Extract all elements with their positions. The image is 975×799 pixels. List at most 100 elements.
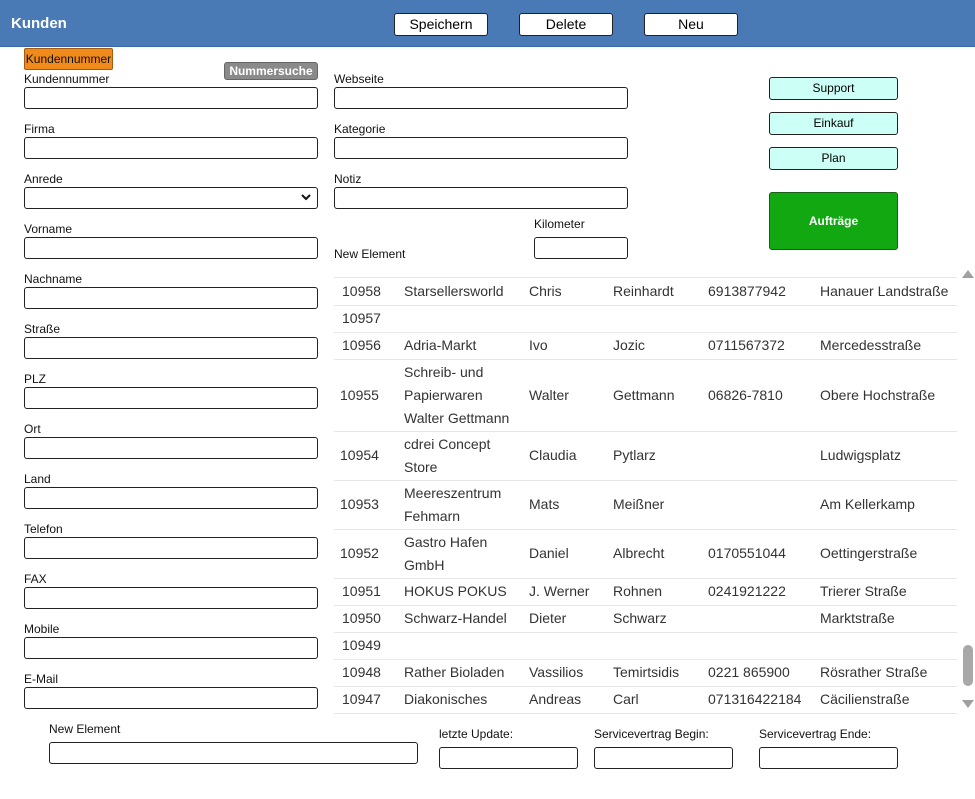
cell-telefon: 0711567372 [702,332,814,360]
cell-vorname [523,305,607,333]
mobile-input[interactable] [24,637,318,659]
cell-firma: Schwarz-Handel [398,605,523,633]
cell-firma [398,632,523,660]
cell-strasse: Cäcilienstraße [814,686,957,714]
table-row[interactable]: 10952 Gastro Hafen GmbH Daniel Albrecht 0170… [334,529,957,579]
cell-strasse: Marktstraße [814,605,957,633]
customer-table[interactable]: 10958 Starsellersworld Chris Reinhardt 69138… [334,262,957,714]
cell-id: 10956 [334,332,398,360]
cell-nachname: Jozic [607,332,702,360]
scroll-down-icon[interactable] [962,700,974,708]
table-row[interactable]: 10948 Rather Bioladen Vassilios Temirtsidis… [334,659,957,687]
cell-strasse: Rösrather Straße [814,659,957,687]
table-row[interactable]: 10950 Schwarz-Handel Dieter Schwarz Marktstr… [334,605,957,633]
service-ende-label: Servicevertrag Ende: [759,727,872,741]
table-row[interactable]: 10949 [334,632,957,660]
cell-firma: Rather Bioladen [398,659,523,687]
cell-strasse: Ludwigsplatz [814,431,957,481]
notiz-input[interactable] [334,187,628,209]
cell-telefon [702,632,814,660]
service-begin-input[interactable] [594,747,733,769]
email-input[interactable] [24,687,318,709]
service-ende-input[interactable] [759,747,898,769]
land-input[interactable] [24,487,318,509]
table-row[interactable]: 10947 Diakonisches Andreas Carl 071316422184… [334,686,957,714]
scroll-thumb[interactable] [963,645,973,686]
nachname-label: Nachname [24,272,83,286]
cell-nachname: Meißner [607,480,702,530]
cell-telefon: 0221 865900 [702,659,814,687]
telefon-input[interactable] [24,537,318,559]
cell-nachname: Carl [607,686,702,714]
cell-strasse: Oettingerstraße [814,529,957,579]
support-button[interactable]: Support [769,77,898,100]
scroll-up-icon[interactable] [962,270,974,278]
cell-vorname: Dieter [523,605,607,633]
auftraege-button[interactable]: Aufträge [769,192,898,250]
table-row[interactable]: 10956 Adria-Markt Ivo Jozic 0711567372 Merced… [334,332,957,360]
table-row-partial [334,262,957,278]
cell-telefon: 071316422184 [702,686,814,714]
strasse-input[interactable] [24,337,318,359]
cell-nachname: Albrecht [607,529,702,579]
cell-firma: cdrei Concept Store [398,431,523,481]
letzte-update-input[interactable] [439,747,578,769]
table-row[interactable]: 10955 Schreib- und Papierwaren Walter Get… [334,359,957,432]
cell-telefon [702,431,814,481]
table-row[interactable]: 10953 Meereszentrum Fehmarn Mats Meißner Am … [334,480,957,530]
cell-firma: Gastro Hafen GmbH [398,529,523,579]
vorname-input[interactable] [24,237,318,259]
delete-button[interactable]: Delete [519,13,613,36]
plan-button[interactable]: Plan [769,147,898,170]
kategorie-input[interactable] [334,137,628,159]
plz-input[interactable] [24,387,318,409]
kategorie-label: Kategorie [334,122,386,136]
telefon-label: Telefon [24,522,63,536]
cell-vorname: Ivo [523,332,607,360]
new-button[interactable]: Neu [644,13,738,36]
cell-nachname: Rohnen [607,578,702,606]
save-button[interactable]: Speichern [394,13,488,36]
cell-firma: Meereszentrum Fehmarn [398,480,523,530]
cell-telefon [702,605,814,633]
ort-input[interactable] [24,437,318,459]
cell-id: 10952 [334,529,398,579]
cell-nachname: Schwarz [607,605,702,633]
nummersuche-button[interactable]: Nummersuche [224,62,318,80]
cell-vorname: Claudia [523,431,607,481]
fax-input[interactable] [24,587,318,609]
kundennummer-input[interactable] [24,87,318,109]
fax-label: FAX [24,572,47,586]
cell-id: 10955 [334,359,398,432]
cell-vorname: Chris [523,278,607,306]
kilometer-input[interactable] [534,237,628,259]
kundennummer-button[interactable]: Kundennummer [24,48,113,70]
cell-firma: Starsellersworld [398,278,523,306]
cell-vorname: Vassilios [523,659,607,687]
anrede-select[interactable] [24,187,318,209]
nachname-input[interactable] [24,287,318,309]
cell-id: 10954 [334,431,398,481]
cell-nachname [607,305,702,333]
cell-telefon: 6913877942 [702,278,814,306]
cell-nachname: Temirtsidis [607,659,702,687]
webseite-input[interactable] [334,87,628,109]
table-row[interactable]: 10957 [334,305,957,333]
cell-firma: Schreib- und Papierwaren Walter Gettmann [398,359,523,432]
cell-firma: HOKUS POKUS [398,578,523,606]
ort-label: Ort [24,422,41,436]
footer-new-element-input[interactable] [49,742,418,764]
table-row[interactable]: 10954 cdrei Concept Store Claudia Pytlarz Lu… [334,431,957,481]
cell-nachname: Pytlarz [607,431,702,481]
table-row[interactable]: 10951 HOKUS POKUS J. Werner Rohnen 024192122… [334,578,957,606]
mobile-label: Mobile [24,622,60,636]
cell-telefon: 06826-7810 [702,359,814,432]
cell-strasse [814,305,957,333]
cell-vorname: Mats [523,480,607,530]
plz-label: PLZ [24,372,47,386]
einkauf-button[interactable]: Einkauf [769,112,898,135]
firma-input[interactable] [24,137,318,159]
table-scrollbar[interactable] [958,262,975,714]
customer-table-body: 10958 Starsellersworld Chris Reinhardt 69138… [334,278,957,714]
table-row[interactable]: 10958 Starsellersworld Chris Reinhardt 69138… [334,278,957,306]
